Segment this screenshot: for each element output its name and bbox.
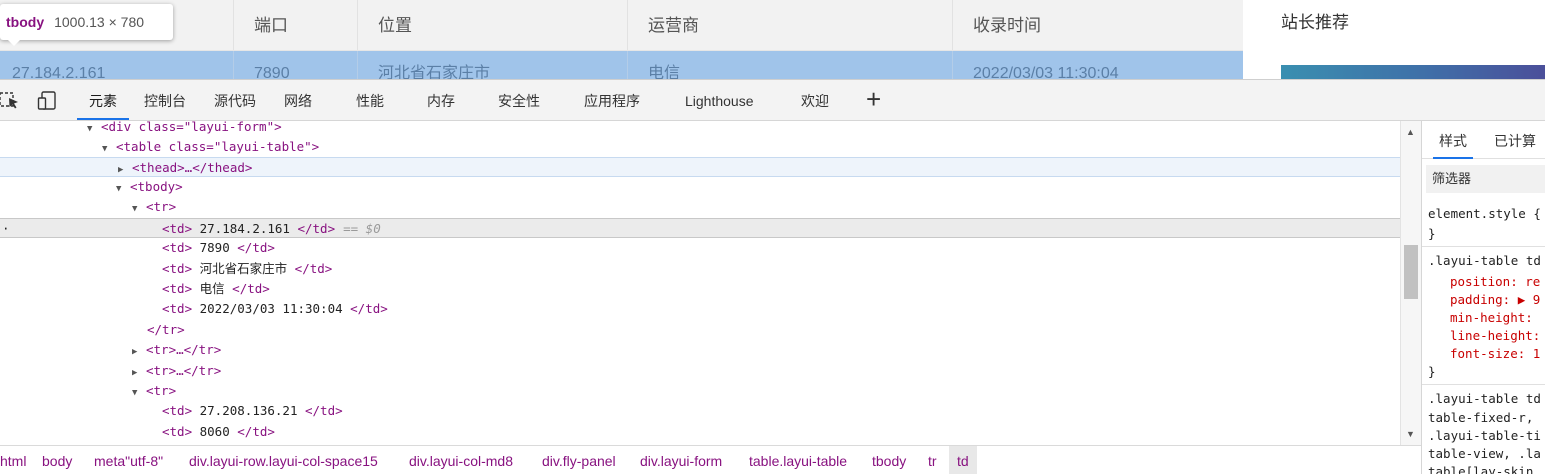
dom-node-line[interactable]: <td> 河北省石家庄市 </td> [0, 259, 1400, 279]
tab-performance[interactable]: 性能 [356, 80, 384, 120]
css-rule-selector[interactable]: .layui-table td [1428, 252, 1541, 270]
breadcrumb-item-tr[interactable]: tr [928, 446, 937, 474]
page-data-table: 端口 位置 运营商 收录时间 27.184.2.161 7890 河北省石家庄市… [0, 0, 1243, 79]
devtools-tabbar: 元素 控制台 源代码 网络 性能 内存 安全性 应用程序 Lighthouse … [0, 80, 1545, 121]
css-rule-selector[interactable]: table[lay-skin [1428, 463, 1533, 474]
css-rule-close: } [1428, 364, 1436, 379]
breadcrumb-item-td[interactable]: td [949, 446, 977, 474]
breadcrumb-item-table[interactable]: table.layui-table [749, 446, 847, 474]
row-carrier: 电信 [627, 51, 952, 79]
dom-node-line-selected[interactable]: · <td> 27.184.2.161 </td> == $0 [0, 218, 1400, 238]
dom-node-line[interactable]: ▼ <tbody> [0, 177, 1400, 197]
tab-elements[interactable]: 元素 [77, 80, 129, 120]
collapse-triangle-icon[interactable]: ▶ [132, 363, 146, 383]
table-header-location: 位置 [357, 0, 627, 50]
tab-console[interactable]: 控制台 [144, 80, 186, 120]
tooltip-size: 1000.13 × 780 [54, 14, 145, 30]
css-rule-selector[interactable]: table-view, .la [1428, 445, 1541, 463]
css-property[interactable]: line-height: [1450, 327, 1540, 345]
table-header-port: 端口 [233, 0, 357, 50]
row-time: 2022/03/03 11:30:04 [952, 51, 1243, 79]
css-rule-selector[interactable]: .layui-table td [1428, 390, 1541, 408]
dom-tree[interactable]: ▼ <div class="layui-form"> ▼ <table class=… [0, 121, 1400, 445]
breadcrumb-item-meta[interactable]: meta"utf-8" [94, 446, 163, 474]
dom-node-line[interactable]: ▶ <tr>…</tr> [0, 340, 1400, 360]
dom-node-line[interactable]: ▼ <div class="layui-form"> [0, 121, 1400, 137]
css-rule-selector[interactable]: element.style { [1428, 205, 1541, 223]
css-rule-divider [1422, 246, 1545, 247]
table-header-carrier: 运营商 [627, 0, 952, 50]
row-location: 河北省石家庄市 [357, 51, 627, 79]
css-rule-divider [1422, 384, 1545, 385]
dom-node-line[interactable]: ▼ <table class="layui-table"> [0, 137, 1400, 157]
tab-welcome[interactable]: 欢迎 [801, 80, 829, 120]
dom-node-line[interactable]: <td> 7890 </td> [0, 238, 1400, 258]
row-ip: 27.184.2.161 [12, 65, 106, 79]
breadcrumb-item-fly-panel[interactable]: div.fly-panel [542, 446, 616, 474]
side-panel-title: 站长推荐 [1281, 13, 1349, 32]
dom-node-line[interactable]: <td> 电信 </td> [0, 279, 1400, 299]
expand-triangle-icon[interactable]: ▼ [132, 383, 146, 403]
dom-node-line[interactable]: ▶ <tr>…</tr> [0, 361, 1400, 381]
breadcrumb-item-html[interactable]: html [0, 446, 26, 474]
css-property[interactable]: padding: ▶ 9 [1450, 291, 1540, 309]
css-rule-selector[interactable]: table-fixed-r, [1428, 409, 1533, 427]
breadcrumb-item-body[interactable]: body [42, 446, 72, 474]
dom-node-line[interactable]: <td> 2022/03/03 11:30:04 </td> [0, 299, 1400, 319]
tab-sources[interactable]: 源代码 [214, 80, 256, 120]
breadcrumb-item-layui-form[interactable]: div.layui-form [640, 446, 722, 474]
scrollbar-thumb[interactable] [1404, 245, 1418, 299]
dom-tree-scrollbar[interactable]: ▲ ▼ [1400, 121, 1421, 445]
expand-triangle-icon[interactable]: ▼ [102, 139, 116, 159]
tab-styles[interactable]: 样式 [1433, 121, 1473, 159]
dom-node-line[interactable]: ▼ <tr> [0, 381, 1400, 401]
css-property[interactable]: position: re [1450, 273, 1540, 291]
side-panel: 站长推荐 [1263, 0, 1545, 79]
devtools-panel: 元素 控制台 源代码 网络 性能 内存 安全性 应用程序 Lighthouse … [0, 79, 1545, 474]
css-rule-selector[interactable]: .layui-table-ti [1428, 427, 1541, 445]
breadcrumb-item-tbody[interactable]: tbody [872, 446, 906, 474]
styles-tabbar: 样式 已计算 [1422, 121, 1545, 159]
scroll-down-arrow-icon[interactable]: ▼ [1406, 429, 1415, 439]
add-tab-icon[interactable]: + [866, 86, 881, 112]
dom-breadcrumb: html body meta"utf-8" div.layui-row.layu… [0, 445, 1421, 474]
dom-node-line[interactable]: </tr> [0, 320, 1400, 340]
css-property[interactable]: min-height: [1450, 309, 1533, 327]
table-header-time: 收录时间 [952, 0, 1243, 50]
element-inspect-tooltip: tbody 1000.13 × 780 [0, 4, 173, 46]
table-header-row: 端口 位置 运营商 收录时间 [0, 0, 1243, 51]
tooltip-tag: tbody [6, 14, 45, 30]
dom-node-line[interactable]: ▼ <tr> [0, 197, 1400, 217]
dom-node-line[interactable]: <td> 27.208.136.21 </td> [0, 401, 1400, 421]
inspect-element-icon[interactable] [0, 90, 22, 112]
collapse-triangle-icon[interactable]: ▶ [132, 342, 146, 362]
styles-filter-input[interactable]: 筛选器 [1426, 165, 1545, 193]
device-toolbar-icon[interactable] [37, 90, 59, 112]
expand-triangle-icon[interactable]: ▼ [132, 199, 146, 219]
scroll-up-arrow-icon[interactable]: ▲ [1406, 127, 1415, 137]
highlighted-table-row[interactable]: 27.184.2.161 7890 河北省石家庄市 电信 2022/03/03 … [0, 51, 1243, 79]
css-rule-close: } [1428, 226, 1436, 241]
dom-node-line-hovered[interactable]: ▶ <thead>…</thead> [0, 157, 1400, 177]
tab-lighthouse[interactable]: Lighthouse [685, 80, 754, 120]
side-banner-image[interactable] [1281, 65, 1545, 79]
styles-pane: 样式 已计算 筛选器 element.style { } .layui-tabl… [1421, 121, 1545, 474]
dom-node-line[interactable]: <td> 8060 </td> [0, 422, 1400, 442]
row-port: 7890 [233, 51, 357, 79]
tab-application[interactable]: 应用程序 [584, 80, 640, 120]
css-property[interactable]: font-size: 1 [1450, 345, 1540, 363]
tab-security[interactable]: 安全性 [498, 80, 540, 120]
tab-network[interactable]: 网络 [284, 80, 312, 120]
tab-memory[interactable]: 内存 [427, 80, 455, 120]
expand-triangle-icon[interactable]: ▼ [116, 179, 130, 199]
tab-computed[interactable]: 已计算 [1494, 121, 1536, 159]
breadcrumb-item-row[interactable]: div.layui-row.layui-col-space15 [189, 446, 378, 474]
breadcrumb-item-col-md8[interactable]: div.layui-col-md8 [409, 446, 513, 474]
